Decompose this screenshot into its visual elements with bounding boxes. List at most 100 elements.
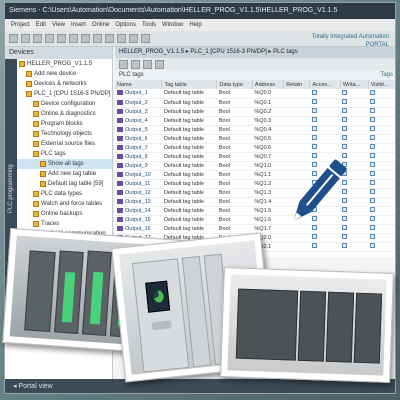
cell-name[interactable]: Output_9: [115, 161, 162, 171]
checkbox-icon[interactable]: [370, 117, 376, 122]
cell-table[interactable]: Default tag table: [161, 107, 217, 117]
cell-addr[interactable]: %Q0.0: [252, 89, 284, 99]
cell-name[interactable]: Output_1: [115, 89, 162, 99]
tree-node[interactable]: HELLER_PROG_V1.1.5: [5, 59, 112, 69]
checkbox-icon[interactable]: [370, 207, 376, 212]
cell-table[interactable]: Default tag table: [161, 89, 217, 99]
checkbox-icon[interactable]: [370, 162, 376, 167]
table-row[interactable]: Output_9 Default tag table Bool %Q1.0: [115, 161, 395, 171]
checkbox-icon[interactable]: [342, 99, 348, 104]
cell-name[interactable]: Output_5: [115, 125, 162, 135]
tree-node[interactable]: Watch and force tables: [5, 199, 112, 209]
cell-table[interactable]: Default tag table: [161, 170, 217, 180]
cell-addr[interactable]: %Q1.0: [252, 161, 284, 171]
cell-addr[interactable]: %Q1.5: [252, 206, 284, 216]
cell-addr[interactable]: %Q0.2: [252, 107, 284, 117]
checkbox-icon[interactable]: [342, 117, 348, 122]
checkbox-icon[interactable]: [311, 99, 317, 104]
col-retain[interactable]: Retain: [283, 80, 311, 89]
cell-table[interactable]: Default tag table: [161, 197, 217, 207]
cell-table[interactable]: Default tag table: [161, 188, 217, 198]
cell-type[interactable]: Bool: [216, 170, 253, 180]
cell-name[interactable]: Output_4: [115, 116, 162, 126]
menu-tools[interactable]: Tools: [142, 22, 156, 28]
download-icon[interactable]: [117, 34, 126, 43]
cell-addr[interactable]: %Q0.4: [252, 125, 284, 135]
col-accessible[interactable]: Acces...: [309, 80, 341, 89]
cell-table[interactable]: Default tag table: [161, 152, 217, 162]
cell-addr[interactable]: %Q0.1: [252, 98, 284, 108]
checkbox-icon[interactable]: [370, 216, 376, 221]
monitor-icon[interactable]: [143, 59, 152, 69]
checkbox-icon[interactable]: [311, 243, 317, 248]
tree-node[interactable]: Program blocks: [5, 119, 112, 129]
cell-table[interactable]: Default tag table: [161, 143, 217, 153]
cell-addr[interactable]: %Q1.2: [252, 179, 284, 189]
cell-table[interactable]: Default tag table: [161, 134, 217, 144]
cell-addr[interactable]: %Q1.7: [252, 224, 284, 234]
export-icon[interactable]: [155, 59, 164, 69]
menu-project[interactable]: Project: [11, 22, 30, 28]
cell-table[interactable]: Default tag table: [161, 224, 217, 234]
col-visible[interactable]: Visibl...: [368, 80, 395, 89]
table-row[interactable]: Output_16 Default tag table Bool %Q1.7: [115, 224, 395, 234]
checkbox-icon[interactable]: [370, 108, 376, 113]
menu-help[interactable]: Help: [189, 22, 201, 28]
tree-node[interactable]: Online & diagnostics: [5, 109, 112, 119]
cell-name[interactable]: Output_7: [115, 143, 162, 153]
open-icon[interactable]: [21, 34, 30, 43]
cell-name[interactable]: Output_12: [115, 188, 162, 198]
cell-type[interactable]: Bool: [216, 224, 253, 234]
cell-addr[interactable]: %Q0.5: [252, 134, 284, 144]
portal-view-button[interactable]: ◂ Portal view: [13, 383, 53, 390]
go-online-icon[interactable]: [129, 34, 138, 43]
table-row[interactable]: Output_2 Default tag table Bool %Q0.1: [115, 98, 395, 108]
cell-table[interactable]: Default tag table: [161, 125, 217, 135]
cell-name[interactable]: Output_2: [115, 98, 162, 108]
checkbox-icon[interactable]: [311, 89, 317, 95]
cell-name[interactable]: Output_16: [115, 224, 162, 234]
table-row[interactable]: Output_13 Default tag table Bool %Q1.4: [115, 197, 395, 207]
table-row[interactable]: Output_3 Default tag table Bool %Q0.2: [115, 107, 395, 117]
cell-name[interactable]: Output_15: [115, 215, 162, 225]
cell-table[interactable]: Default tag table: [161, 116, 217, 126]
checkbox-icon[interactable]: [370, 171, 376, 176]
menu-edit[interactable]: Edit: [36, 22, 46, 28]
cell-name[interactable]: Output_6: [115, 134, 162, 144]
tree-node[interactable]: External source files: [5, 139, 112, 149]
menu-online[interactable]: Online: [92, 22, 109, 28]
cell-table[interactable]: Default tag table: [161, 206, 217, 216]
undo-icon[interactable]: [81, 34, 90, 43]
table-row[interactable]: Output_7 Default tag table Bool %Q0.6: [115, 143, 395, 153]
cell-addr[interactable]: %Q0.3: [252, 116, 284, 126]
checkbox-icon[interactable]: [311, 126, 317, 131]
table-row[interactable]: Output_4 Default tag table Bool %Q0.3: [115, 116, 395, 126]
cell-addr[interactable]: %Q1.6: [252, 215, 284, 225]
tree-node[interactable]: PLC_1 [CPU 1516-3 PN/DP]: [5, 89, 112, 99]
checkbox-icon[interactable]: [370, 234, 376, 239]
cell-type[interactable]: Bool: [216, 107, 253, 117]
tree-node[interactable]: Add new tag table: [5, 169, 112, 179]
checkbox-icon[interactable]: [342, 89, 348, 95]
checkbox-icon[interactable]: [370, 135, 376, 140]
cell-type[interactable]: Bool: [216, 152, 253, 162]
checkbox-icon[interactable]: [370, 243, 376, 248]
col-data-type[interactable]: Data type: [216, 80, 253, 89]
tree-node[interactable]: Online backups: [5, 209, 112, 219]
checkbox-icon[interactable]: [370, 89, 376, 95]
cell-name[interactable]: Output_13: [115, 197, 162, 207]
checkbox-icon[interactable]: [370, 225, 376, 230]
save-icon[interactable]: [33, 34, 42, 43]
col-name[interactable]: Name: [115, 80, 163, 89]
tab-tags[interactable]: Tags: [380, 70, 393, 80]
checkbox-icon[interactable]: [342, 108, 348, 113]
cell-type[interactable]: Bool: [216, 197, 253, 207]
delete-row-icon[interactable]: [131, 59, 140, 69]
tree-node[interactable]: Devices & networks: [5, 79, 112, 89]
cell-name[interactable]: Output_11: [115, 179, 162, 189]
cell-name[interactable]: Output_10: [115, 170, 162, 180]
cell-table[interactable]: Default tag table: [161, 179, 217, 189]
cell-name[interactable]: Output_3: [115, 107, 162, 117]
cell-addr[interactable]: %Q1.3: [252, 188, 284, 198]
checkbox-icon[interactable]: [370, 144, 376, 149]
